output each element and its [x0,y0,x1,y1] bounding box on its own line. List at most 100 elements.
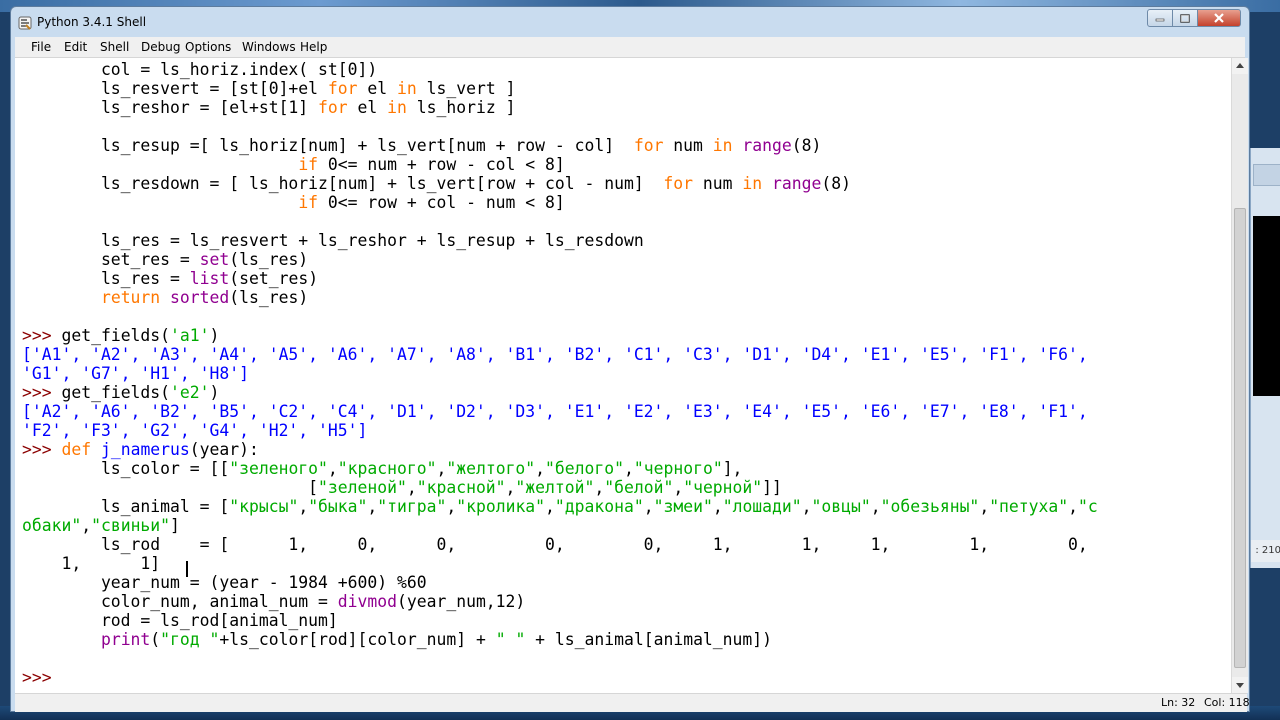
title-bar[interactable]: Python 3.4.1 Shell [11,7,1249,37]
background-window-control [1253,164,1280,186]
code-text: ls_rod = [ 1, 0, 0, 0, 0, 1, 1, 1, 1, 0, [22,535,1088,554]
keyword-token: def [61,440,92,459]
string-token: "с [1078,497,1098,516]
keyword-token: for [327,79,358,98]
code-text: , [673,478,684,497]
code-text: rod = ls_rod[animal_num] [22,611,338,630]
code-text: ls_res = [22,269,190,288]
maximize-button[interactable] [1172,9,1198,27]
code-text: , [367,497,378,516]
vertical-scrollbar[interactable] [1231,58,1248,693]
menu-file[interactable]: File [31,40,51,54]
code-text: ( [150,630,161,649]
code-text: + ls_animal[animal_num]) [525,630,773,649]
string-token: " " [495,630,526,649]
menu-help[interactable]: Help [300,40,327,54]
code-text: (ls_res) [229,288,309,307]
code-text: , [643,497,654,516]
code-text: ls_resup =[ ls_horiz[num] + ls_vert[num … [22,136,634,155]
background-window-status: : 210 [1251,540,1280,562]
code-line: ['A1', 'A2', 'A3', 'A4', 'A5', 'A6', 'A7… [22,345,1088,364]
menu-edit[interactable]: Edit [64,40,87,54]
code-text: ]] [762,478,782,497]
code-text: 0<= num + row - col < 8] [318,155,565,174]
keyword-token: in [397,79,417,98]
string-token: "белой" [604,478,674,497]
code-line: обаки","свиньи"] [22,516,180,535]
code-text: (year): [189,440,259,459]
code-text: +ls_color[rod][color_num] + [219,630,496,649]
builtin-token: list [189,269,230,288]
arrow-up-icon [1236,63,1244,68]
builtin-token: range [742,136,792,155]
text-cursor [186,561,188,577]
code-line: ls_resvert = [st[0]+el for el in ls_vert… [22,79,516,98]
code-text: , [979,497,990,516]
output-token: 'G1', 'G7', 'H1', 'H8'] [22,364,249,383]
code-text: (ls_res) [229,250,309,269]
python-icon [18,16,32,30]
keyword-token: if [298,193,319,212]
code-text: color_num, animal_num = [22,592,338,611]
code-line: >>> get_fields('e2') [22,383,219,402]
code-text: , [545,497,555,516]
scroll-up-button[interactable] [1232,58,1248,74]
line-number-status: Ln: 32 [1161,696,1196,709]
menu-windows[interactable]: Windows [242,40,296,54]
keyword-token: for [318,98,348,117]
code-text: get_fields( [61,326,171,345]
column-number-status: Col: 118 [1204,696,1250,709]
code-line: rod = ls_rod[animal_num] [22,611,338,630]
code-text: , [535,459,546,478]
keyword-token: in [742,174,763,193]
menu-debug[interactable]: Debug [141,40,180,54]
string-token: "желтого" [446,459,536,478]
code-line: >>> [22,668,61,687]
string-token: "черной" [683,478,763,497]
code-line: >>> def j_namerus(year): [22,440,259,459]
keyword-token: in [387,98,407,117]
code-text: ls_reshor = [el+st[1] [22,98,319,117]
scroll-down-button[interactable] [1232,677,1248,693]
code-text: num [693,174,743,193]
builtin-token: sorted [170,288,230,307]
output-token: ['A2', 'A6', 'B2', 'B5', 'C2', 'C4', 'D1… [22,402,1088,421]
code-text: , [81,516,92,535]
code-text: , [594,478,605,497]
string-token: 'e2' [170,383,210,402]
code-line: color_num, animal_num = divmod(year_num,… [22,592,525,611]
code-text: ls_res = ls_resvert + ls_reshor + ls_res… [22,231,644,250]
background-window[interactable]: : 210 [1250,148,1280,568]
prompt-token: >>> [22,326,62,345]
minimize-button[interactable] [1147,9,1173,27]
shell-window: Python 3.4.1 Shell File Edit Shell Debug Opt… [10,6,1250,712]
code-text: , [1068,497,1079,516]
code-line: 'G1', 'G7', 'H1', 'H8'] [22,364,249,383]
scrollbar-thumb[interactable] [1234,208,1246,668]
code-text: (8) [821,174,851,193]
menu-options[interactable]: Options [185,40,231,54]
code-text: , [446,497,457,516]
code-line: return sorted(ls_res) [22,288,308,307]
code-text: , [801,497,812,516]
code-text: 0<= row + col - num < 8] [318,193,565,212]
code-text: (year_num,12) [397,592,526,611]
code-text: (set_res) [229,269,319,288]
shell-text-area[interactable]: col = ls_horiz.index( st[0]) ls_resvert … [15,58,1231,693]
code-text: , [436,459,447,478]
string-token: "свиньи" [91,516,171,535]
menu-shell[interactable]: Shell [100,40,129,54]
code-line: set_res = set(ls_res) [22,250,308,269]
status-bar: Ln: 32 Col: 118 [15,693,1250,712]
keyword-token: for [633,136,664,155]
code-line: ["зеленой","красной","желтой","белой","ч… [22,478,782,497]
output-token: 'F2', 'F3', 'G2', 'G4', 'H2', 'H5'] [22,421,368,440]
code-text: el [347,98,388,117]
code-line: 'F2', 'F3', 'G2', 'G4', 'H2', 'H5'] [22,421,367,440]
close-button[interactable] [1197,9,1241,27]
output-token: ['A1', 'A2', 'A3', 'A4', 'A5', 'A6', 'A7… [22,345,1088,364]
